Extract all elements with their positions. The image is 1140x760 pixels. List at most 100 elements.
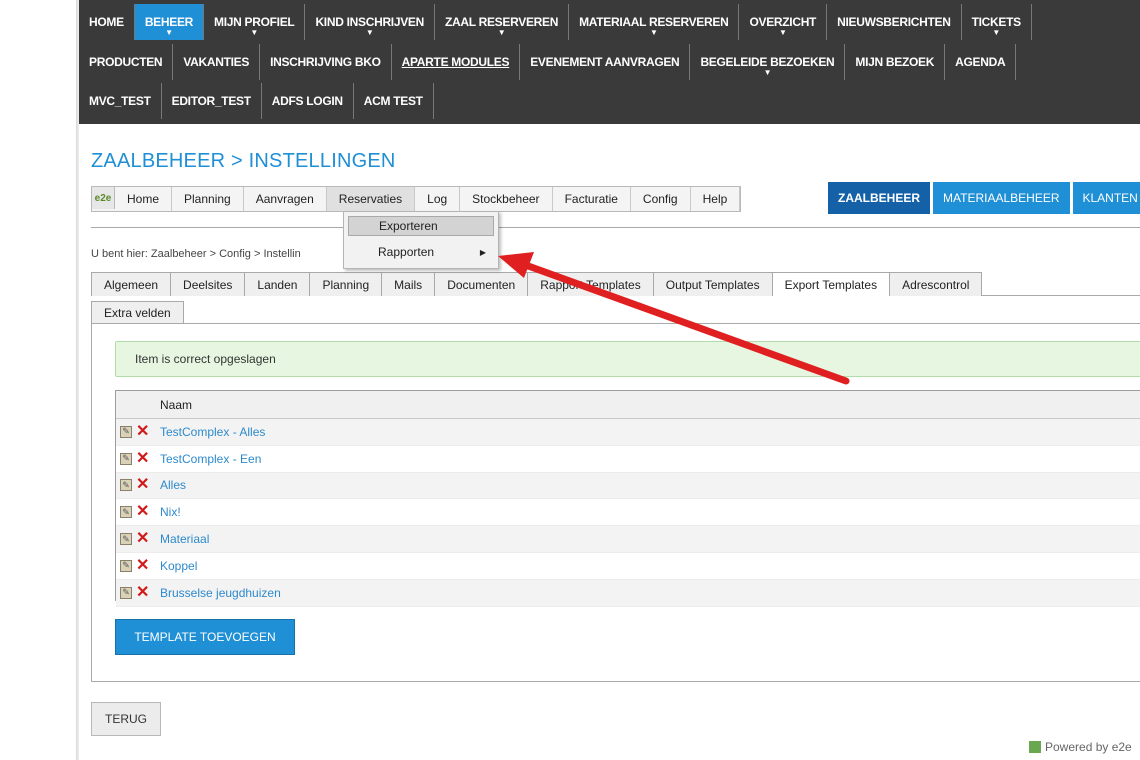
table-row: ✎ ✕ Nix! <box>116 499 1140 527</box>
nav-item-tickets[interactable]: TICKETS ▼ <box>962 4 1032 40</box>
tab-landen[interactable]: Landen <box>244 272 311 296</box>
nav-item-label: EVENEMENT AANVRAGEN <box>530 55 680 69</box>
nav-item-label: OVERZICHT <box>749 15 817 29</box>
delete-icon[interactable]: ✕ <box>136 450 150 466</box>
nav-item-nieuwsberichten[interactable]: NIEUWSBERICHTEN <box>827 4 962 40</box>
nav-item-label: MIJN PROFIEL <box>214 15 295 29</box>
toolbar-item-aanvragen[interactable]: Aanvragen <box>244 187 327 211</box>
nav-item-label: ZAAL RESERVEREN <box>445 15 559 29</box>
nav-item-begeleide-bezoeken[interactable]: BEGELEIDE BEZOEKEN ▼ <box>690 44 846 80</box>
edit-icon[interactable]: ✎ <box>120 479 132 492</box>
tab-adrescontrol[interactable]: Adrescontrol <box>889 272 983 296</box>
toolbar-item-config[interactable]: Config <box>631 187 691 211</box>
edit-icon[interactable]: ✎ <box>120 533 132 546</box>
nav-item-materiaal-reserveren[interactable]: MATERIAAL RESERVEREN ▼ <box>569 4 740 40</box>
toolbar-item-stockbeheer[interactable]: Stockbeheer <box>460 187 553 211</box>
nav-item-kind-inschrijven[interactable]: KIND INSCHRIJVEN ▼ <box>305 4 435 40</box>
nav-item-editor-test[interactable]: EDITOR_TEST <box>162 83 262 119</box>
module-klanten-button[interactable]: KLANTEN <box>1072 182 1140 214</box>
delete-icon[interactable]: ✕ <box>136 584 150 600</box>
nav-row-2: PRODUCTEN VAKANTIES INSCHRIJVING BKO APA… <box>79 44 1017 80</box>
nav-item-label: ACM TEST <box>363 94 423 108</box>
e2e-logo-icon: e2e <box>92 187 115 209</box>
nav-item-adfs-login[interactable]: ADFS LOGIN <box>262 83 354 119</box>
table-row: ✎ ✕ Materiaal <box>116 526 1140 553</box>
nav-item-label: MATERIAAL RESERVEREN <box>579 15 729 29</box>
module-switcher: ZAALBEHEER MATERIAALBEHEER KLANTEN <box>828 182 1140 214</box>
nav-row-1: HOME BEHEER ▼ MIJN PROFIEL ▼ KIND INSCHRIJ… <box>79 4 1032 40</box>
nav-item-vakanties[interactable]: VAKANTIES <box>173 44 261 80</box>
template-name-link[interactable]: Nix! <box>160 505 181 519</box>
toolbar-item-planning[interactable]: Planning <box>172 187 244 211</box>
nav-row-3: MVC_TEST EDITOR_TEST ADFS LOGIN ACM TEST <box>79 83 434 119</box>
template-name-link[interactable]: Koppel <box>160 559 197 573</box>
table-row: ✎ ✕ Koppel <box>116 553 1140 580</box>
template-name-link[interactable]: TestComplex - Een <box>160 452 261 466</box>
tab-mails[interactable]: Mails <box>381 272 436 296</box>
tab-documenten[interactable]: Documenten <box>434 272 529 296</box>
delete-icon[interactable]: ✕ <box>136 423 150 439</box>
nav-item-agenda[interactable]: AGENDA <box>945 44 1017 80</box>
nav-item-home[interactable]: HOME <box>79 4 135 40</box>
nav-item-inschrijving-bko[interactable]: INSCHRIJVING BKO <box>260 44 392 80</box>
top-navigation: HOME BEHEER ▼ MIJN PROFIEL ▼ KIND INSCHRIJ… <box>79 0 1140 124</box>
grid-header-naam[interactable]: Naam <box>116 391 1140 419</box>
tab-algemeen[interactable]: Algemeen <box>91 272 172 296</box>
nav-item-label: APARTE MODULES <box>401 55 510 69</box>
add-template-button[interactable]: TEMPLATE TOEVOEGEN <box>115 619 295 655</box>
tab-deelsites[interactable]: Deelsites <box>170 272 246 296</box>
nav-item-acm-test[interactable]: ACM TEST <box>354 83 434 119</box>
module-materiaalbeheer-button[interactable]: MATERIAALBEHEER <box>933 182 1070 214</box>
nav-item-beheer[interactable]: BEHEER ▼ <box>134 4 205 40</box>
module-zaalbeheer-button[interactable]: ZAALBEHEER <box>828 182 931 214</box>
back-button[interactable]: TERUG <box>91 702 161 736</box>
edit-icon[interactable]: ✎ <box>120 506 132 519</box>
template-name-link[interactable]: Alles <box>160 478 186 492</box>
nav-item-mijn-bezoek[interactable]: MIJN BEZOEK <box>845 44 946 80</box>
toolbar-item-log[interactable]: Log <box>415 187 461 211</box>
nav-item-mvc-test[interactable]: MVC_TEST <box>79 83 162 119</box>
nav-item-producten[interactable]: PRODUCTEN <box>79 44 174 80</box>
tab-rapport-templates[interactable]: Rapport Templates <box>527 272 654 296</box>
nav-item-overzicht[interactable]: OVERZICHT ▼ <box>739 4 828 40</box>
toolbar-item-reservaties[interactable]: Reservaties <box>326 187 416 211</box>
edit-icon[interactable]: ✎ <box>120 559 132 572</box>
nav-item-label: MIJN BEZOEK <box>855 55 935 69</box>
template-name-link[interactable]: Brusselse jeugdhuizen <box>160 586 281 600</box>
nav-item-zaal-reserveren[interactable]: ZAAL RESERVEREN ▼ <box>435 4 570 40</box>
template-name-link[interactable]: TestComplex - Alles <box>160 425 265 439</box>
delete-icon[interactable]: ✕ <box>136 477 150 493</box>
delete-icon[interactable]: ✕ <box>136 504 150 520</box>
nav-item-mijn-profiel[interactable]: MIJN PROFIEL ▼ <box>204 4 306 40</box>
e2e-small-logo-icon <box>1029 741 1041 753</box>
nav-item-label: KIND INSCHRIJVEN <box>315 15 424 29</box>
template-name-link[interactable]: Materiaal <box>160 532 209 546</box>
table-row: ✎ ✕ Alles <box>116 472 1140 500</box>
table-row: ✎ ✕ TestComplex - Alles <box>116 419 1140 446</box>
edit-icon[interactable]: ✎ <box>120 425 132 438</box>
nav-item-aparte-modules[interactable]: APARTE MODULES <box>392 44 521 80</box>
page-title: ZAALBEHEER > INSTELLINGEN <box>91 150 396 172</box>
delete-icon[interactable]: ✕ <box>136 557 150 573</box>
menu-item-exporteren[interactable]: Exporteren <box>348 216 494 236</box>
chevron-down-icon: ▼ <box>165 28 173 37</box>
tab-planning[interactable]: Planning <box>309 272 383 296</box>
edit-icon[interactable]: ✎ <box>120 586 132 599</box>
toolbar-item-help[interactable]: Help <box>691 187 741 211</box>
nav-item-label: PRODUCTEN <box>89 55 163 69</box>
nav-item-label: VAKANTIES <box>183 55 250 69</box>
tab-export-templates[interactable]: Export Templates <box>771 272 891 296</box>
delete-icon[interactable]: ✕ <box>136 531 150 547</box>
tab-extra-velden[interactable]: Extra velden <box>91 301 184 323</box>
nav-item-evenement-aanvragen[interactable]: EVENEMENT AANVRAGEN <box>520 44 691 80</box>
edit-icon[interactable]: ✎ <box>120 452 132 465</box>
tab-output-templates[interactable]: Output Templates <box>652 272 773 296</box>
nav-item-label: MVC_TEST <box>89 94 151 108</box>
toolbar-item-facturatie[interactable]: Facturatie <box>553 187 631 211</box>
settings-tabs: Algemeen Deelsites Landen Planning Mails… <box>91 272 983 296</box>
menu-item-rapporten[interactable]: Rapporten ▶ <box>348 242 494 262</box>
nav-item-label: EDITOR_TEST <box>171 94 251 108</box>
toolbar-item-home[interactable]: Home <box>115 187 173 211</box>
success-message: Item is correct opgeslagen <box>115 341 1140 377</box>
table-row: ✎ ✕ TestComplex - Een <box>116 446 1140 473</box>
